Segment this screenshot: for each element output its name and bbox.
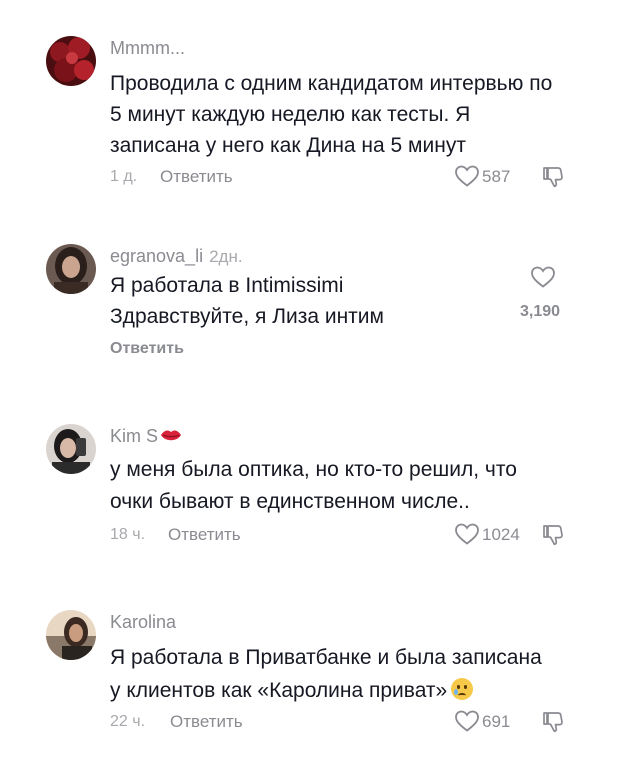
comment-time: 2дн. (209, 247, 243, 266)
username[interactable]: Karolina (110, 612, 176, 633)
avatar-image (46, 244, 96, 294)
comment-text-line: Здравствуйте, я Лиза интим (110, 305, 384, 328)
heart-icon[interactable] (454, 164, 480, 188)
username-text[interactable]: Karolina (110, 612, 176, 632)
username[interactable]: Kim S (110, 426, 182, 447)
reply-button[interactable]: Ответить (168, 525, 241, 545)
username-text[interactable]: egranova_li (110, 246, 203, 266)
comment-time: 1 д. (110, 168, 138, 185)
crying-face-emoji-icon (451, 678, 474, 700)
username[interactable]: egranova_li 2дн. (110, 246, 243, 267)
reply-button[interactable]: Ответить (160, 167, 233, 187)
comment-text-line: у клиентов как «Каролина приват» (110, 678, 474, 703)
comment-text-line: Проводила с одним кандидатом интервью по (110, 72, 553, 95)
reply-button[interactable]: Ответить (110, 340, 184, 358)
username[interactable]: Mmmm... (110, 38, 185, 59)
dislike-icon[interactable] (541, 165, 565, 189)
avatar-image (46, 424, 96, 474)
comment-text-line: 5 минут каждую неделю как тесты. Я (110, 103, 471, 126)
lips-emoji-icon (161, 430, 182, 441)
like-count: 1024 (482, 525, 520, 544)
comment-text: у клиентов как «Каролина приват» (110, 679, 448, 702)
dislike-icon[interactable] (541, 523, 565, 547)
username-text[interactable]: Mmmm... (110, 38, 185, 58)
comment-text-line: у меня была оптика, но кто-то решил, что (110, 458, 517, 481)
avatar[interactable] (46, 424, 96, 474)
avatar-image (46, 610, 96, 660)
heart-icon[interactable] (454, 522, 480, 546)
heart-icon[interactable] (454, 709, 480, 733)
comment-text-line: Я работала в Intimissimi (110, 274, 344, 297)
avatar[interactable] (46, 36, 96, 86)
reply-button[interactable]: Ответить (170, 712, 243, 732)
username-text[interactable]: Kim S (110, 426, 158, 446)
like-count: 691 (482, 712, 511, 731)
dislike-icon[interactable] (541, 710, 565, 734)
heart-icon[interactable] (530, 265, 556, 289)
avatar[interactable] (46, 244, 96, 294)
comment-text-line: очки бывают в единственном числе.. (110, 490, 470, 513)
like-count: 587 (482, 167, 511, 186)
avatar[interactable] (46, 610, 96, 660)
like-count: 3,190 (520, 303, 561, 320)
comment-time: 22 ч. (110, 713, 146, 730)
comment-text-line: Я работала в Приватбанке и была записана (110, 646, 542, 669)
avatar-image (46, 36, 96, 86)
comment-time: 18 ч. (110, 526, 146, 543)
comment-text-line: записана у него как Дина на 5 минут (110, 134, 466, 157)
